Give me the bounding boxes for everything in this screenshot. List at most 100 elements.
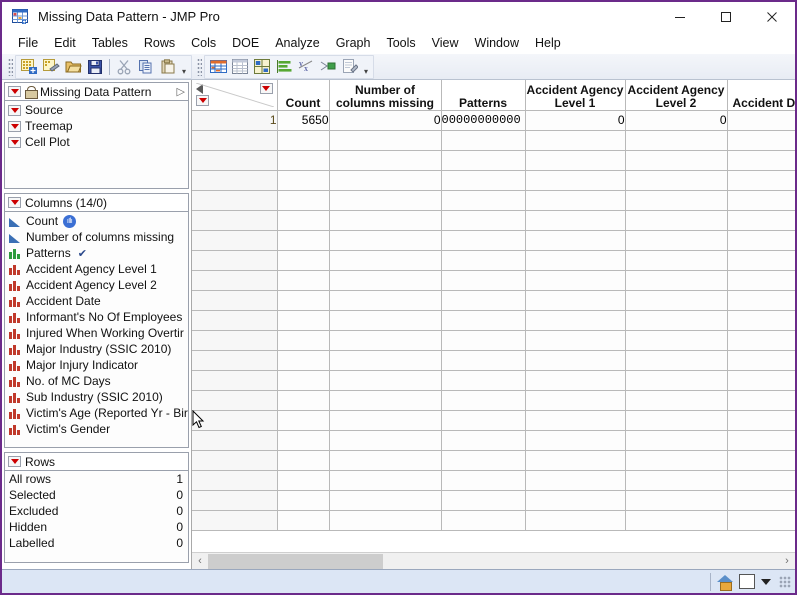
fit-y-by-x-icon[interactable]: y x [295,56,317,78]
empty-cell[interactable] [329,490,442,511]
empty-cell[interactable] [277,150,330,171]
table-corner-cell[interactable] [192,80,278,111]
empty-cell[interactable] [525,390,626,411]
empty-cell[interactable] [525,490,626,511]
table-panel-menu-icon[interactable] [8,86,21,97]
table-row-empty[interactable] [192,290,795,311]
empty-cell[interactable] [329,430,442,451]
empty-cell[interactable] [525,330,626,351]
empty-cell[interactable] [329,410,442,431]
column-header-patterns[interactable]: Patterns [441,80,526,111]
empty-cell[interactable] [277,210,330,231]
empty-cell[interactable] [441,330,526,351]
empty-cell[interactable] [625,210,728,231]
empty-cell[interactable] [727,430,795,451]
empty-cell[interactable] [441,230,526,251]
table-row-empty[interactable] [192,470,795,491]
row-number-empty[interactable] [192,190,278,211]
column-header-accident-agency-level-2[interactable]: Accident Agency Level 2 [625,80,728,111]
empty-cell[interactable] [727,150,795,171]
empty-cell[interactable] [329,150,442,171]
empty-cell[interactable] [727,390,795,411]
empty-cell[interactable] [441,190,526,211]
empty-cell[interactable] [441,170,526,191]
empty-cell[interactable] [525,250,626,271]
empty-cell[interactable] [441,450,526,471]
row-number-empty[interactable] [192,490,278,511]
menu-view[interactable]: View [424,34,467,52]
empty-cell[interactable] [625,150,728,171]
column-item-victims-gender[interactable]: Victim's Gender [5,421,188,437]
rows-stat-selected[interactable]: Selected 0 [5,488,188,504]
row-number-empty[interactable] [192,410,278,431]
table-row-empty[interactable] [192,410,795,431]
table-row[interactable]: 1 5650 0 00000000000 0 0 [192,110,795,131]
empty-cell[interactable] [277,170,330,191]
table-row-empty[interactable] [192,130,795,151]
empty-cell[interactable] [625,230,728,251]
empty-cell[interactable] [329,470,442,491]
empty-cell[interactable] [441,150,526,171]
rows-panel-menu-icon[interactable] [8,456,21,467]
empty-cell[interactable] [441,350,526,371]
row-number-empty[interactable] [192,130,278,151]
empty-cell[interactable] [329,190,442,211]
empty-cell[interactable] [625,370,728,391]
column-item-accident-date[interactable]: Accident Date [5,293,188,309]
table-panel-header[interactable]: Missing Data Pattern ▷ [4,82,189,101]
rows-stat-all-rows[interactable]: All rows 1 [5,472,188,488]
toolbar-overflow-2[interactable]: ▾ [361,56,371,78]
column-item-accident-agency-level-1[interactable]: Accident Agency Level 1 [5,261,188,277]
empty-cell[interactable] [441,130,526,151]
scroll-left-arrow[interactable]: ‹ [192,555,208,567]
empty-cell[interactable] [625,510,728,531]
empty-cell[interactable] [441,310,526,331]
distribution-icon[interactable] [207,56,229,78]
empty-cell[interactable] [727,270,795,291]
empty-cell[interactable] [277,250,330,271]
empty-cell[interactable] [625,470,728,491]
empty-cell[interactable] [625,450,728,471]
empty-cell[interactable] [277,310,330,331]
empty-cell[interactable] [329,130,442,151]
empty-cell[interactable] [525,230,626,251]
empty-cell[interactable] [525,310,626,331]
table-row-empty[interactable] [192,370,795,391]
fit-model-icon[interactable] [317,56,339,78]
chart-icon[interactable] [251,56,273,78]
column-header-count[interactable]: Count [277,80,330,111]
empty-cell[interactable] [727,450,795,471]
column-item-major-industry[interactable]: Major Industry (SSIC 2010) [5,341,188,357]
menu-tables[interactable]: Tables [84,34,136,52]
empty-cell[interactable] [525,430,626,451]
menu-tools[interactable]: Tools [378,34,423,52]
row-number-empty[interactable] [192,450,278,471]
column-header-accident-agency-level-1[interactable]: Accident Agency Level 1 [525,80,626,111]
empty-cell[interactable] [441,430,526,451]
empty-cell[interactable] [525,130,626,151]
open-file-icon[interactable] [62,56,84,78]
row-number-empty[interactable] [192,230,278,251]
sidebar-item-source[interactable]: Source [5,102,188,118]
empty-cell[interactable] [441,290,526,311]
empty-cell[interactable] [277,370,330,391]
menu-cols[interactable]: Cols [183,34,224,52]
empty-cell[interactable] [625,430,728,451]
column-item-informants-no-of-employees[interactable]: Informant's No Of Employees [5,309,188,325]
empty-cell[interactable] [329,270,442,291]
empty-cell[interactable] [525,410,626,431]
empty-cell[interactable] [441,490,526,511]
table-row-empty[interactable] [192,450,795,471]
column-item-sub-industry[interactable]: Sub Industry (SSIC 2010) [5,389,188,405]
empty-cell[interactable] [727,350,795,371]
empty-cell[interactable] [727,470,795,491]
empty-cell[interactable] [329,250,442,271]
row-number-empty[interactable] [192,330,278,351]
empty-cell[interactable] [625,490,728,511]
row-number-empty[interactable] [192,390,278,411]
empty-cell[interactable] [277,510,330,531]
menu-help[interactable]: Help [527,34,569,52]
source-menu-icon[interactable] [8,104,21,116]
resize-grip[interactable] [779,575,791,588]
save-icon[interactable] [84,56,106,78]
